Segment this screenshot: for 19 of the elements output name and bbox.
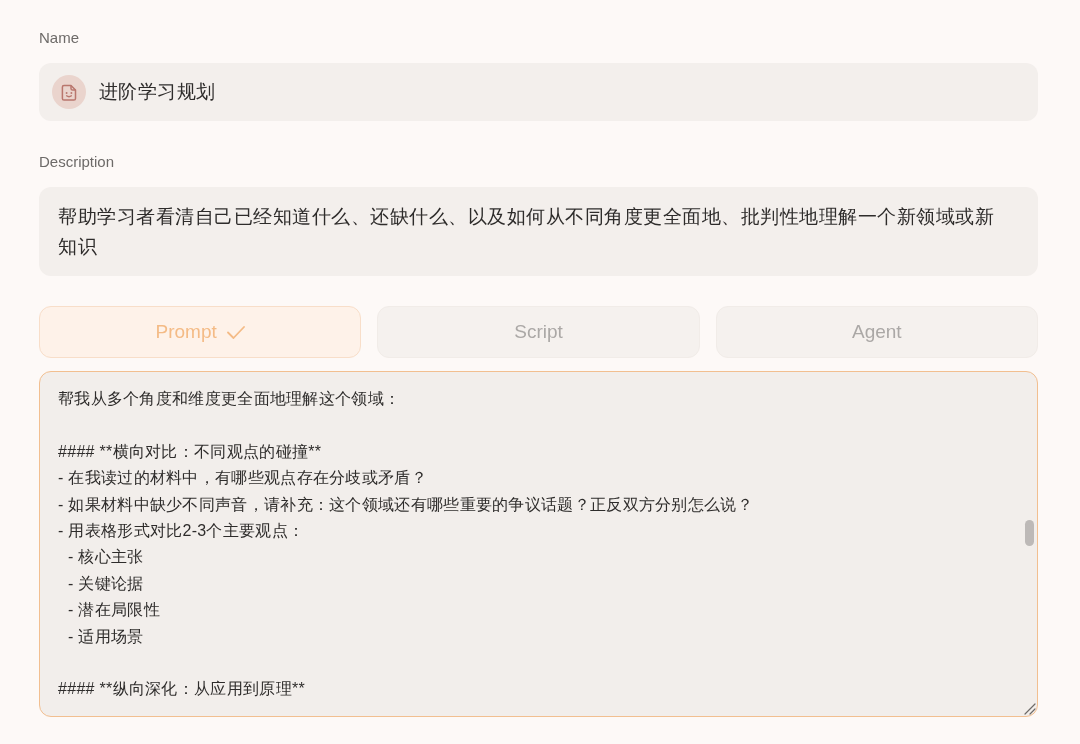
prompt-line: - 关键论据: [68, 573, 144, 594]
resize-grip-icon[interactable]: [1022, 701, 1036, 715]
smiling-document-icon: [52, 75, 86, 109]
prompt-line: - 用表格形式对比2-3个主要观点：: [58, 521, 305, 541]
prompt-line: 帮我从多个角度和维度更全面地理解这个领域：: [58, 389, 401, 409]
prompt-line: - 潜在局限性: [68, 600, 160, 621]
scrollbar-thumb[interactable]: [1025, 520, 1034, 546]
field-label: Description: [39, 152, 115, 172]
field-label: Name: [39, 28, 79, 48]
prompt-line: - 核心主张: [68, 547, 144, 568]
prompt-heading: #### **横向对比：不同观点的碰撞**: [58, 441, 322, 462]
prompt-line: - 适用场景: [68, 626, 144, 647]
prompt-line: - 如果材料中缺少不同声音，请补充：这个领域还有哪些重要的争议话题？正反双方分别怎么说？: [58, 494, 753, 515]
prompt-field[interactable]: 帮我从多个角度和维度更全面地理解这个领域： #### **横向对比：不同观点的碰撞** - 在我读过的材料中，有哪些观点存在分歧或矛盾？ - 如果材料中缺少不同声音，请补充：这个领域还有哪些重要的争议话题？正反双方分别怎么说？ - 用表格形式对比2-3个主要观点： - 核心主张 - 关键论据 - 潜在局限性 - 适用场景 #### **纵向深化：从应用到原理**: [39, 371, 1038, 717]
prompt-heading: #### **纵向深化：从应用到原理**: [58, 679, 305, 700]
prompt-line: - 在我读过的材料中，有哪些观点存在分歧或矛盾？: [58, 468, 427, 489]
description-field[interactable]: 帮助学习者看清自己已经知道什么、还缺什么、以及如何从不同角度更全面地、批判性地理解一个新领域或新知识: [39, 187, 1038, 276]
check-icon: [226, 325, 245, 339]
name-field[interactable]: 进阶学习规划: [39, 63, 1038, 121]
